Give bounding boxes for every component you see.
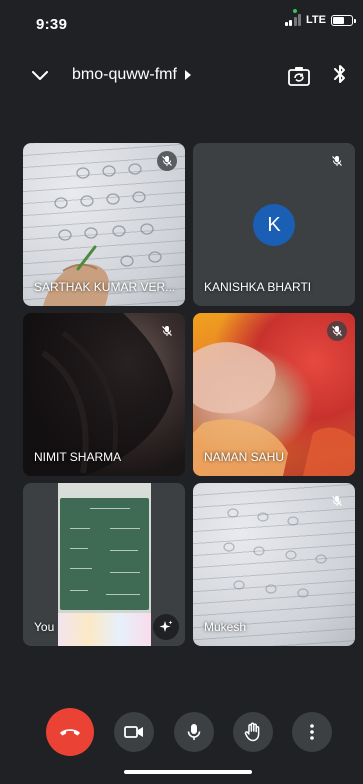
caret-right-icon: [184, 70, 191, 80]
camera-switch-icon: [288, 67, 310, 86]
participant-name: NAMAN SAHU: [204, 450, 285, 464]
home-indicator[interactable]: [124, 770, 252, 774]
collapse-button[interactable]: [26, 64, 54, 88]
mic-off-indicator: [327, 151, 347, 171]
chevron-down-icon: [32, 71, 48, 80]
network-type: LTE: [306, 14, 326, 26]
raise-hand-button[interactable]: [233, 712, 273, 752]
meeting-header: bmo-quww-fmf: [0, 56, 363, 96]
camera-in-use-indicator: [293, 9, 297, 13]
chalkboard-image: [60, 498, 149, 610]
avatar: K: [253, 204, 295, 246]
mic-toggle-button[interactable]: [174, 712, 214, 752]
participant-name: KANISHKA BHARTI: [204, 280, 312, 294]
status-indicators: LTE: [284, 14, 356, 26]
participant-tile[interactable]: Mukesh: [193, 483, 355, 646]
participant-name: You: [34, 620, 55, 634]
video-camera-icon: [124, 726, 143, 738]
meeting-title-button[interactable]: bmo-quww-fmf: [72, 66, 191, 84]
meet-screen: 9:39 LTE bmo-quww-fmf SARTHAK KUMAR VER.…: [0, 0, 363, 784]
status-bar: 9:39 LTE: [0, 0, 363, 44]
participant-name: NIMIT SHARMA: [34, 450, 122, 464]
participant-tile[interactable]: K KANISHKA BHARTI: [193, 143, 355, 306]
phone-hangup-icon: [60, 729, 80, 736]
meeting-code: bmo-quww-fmf: [72, 66, 177, 83]
self-view-tile[interactable]: You: [23, 483, 185, 646]
mic-off-icon: [332, 496, 342, 506]
more-vertical-icon: [310, 724, 314, 740]
mic-off-indicator: [157, 321, 177, 341]
mic-off-icon: [332, 326, 342, 336]
effects-button[interactable]: [153, 614, 179, 640]
end-call-button[interactable]: [46, 708, 94, 756]
mic-off-indicator: [157, 151, 177, 171]
participant-tile[interactable]: SARTHAK KUMAR VER...: [23, 143, 185, 306]
mic-off-indicator: [327, 321, 347, 341]
floor-image: [58, 613, 151, 646]
call-controls: [0, 708, 363, 756]
participant-tile[interactable]: NAMAN SAHU: [193, 313, 355, 476]
mic-off-icon: [332, 156, 342, 166]
sparkle-icon: [159, 620, 173, 632]
microphone-icon: [187, 724, 201, 740]
mic-off-indicator: [327, 491, 347, 511]
more-options-button[interactable]: [292, 712, 332, 752]
switch-camera-button[interactable]: [286, 64, 312, 88]
participant-name: SARTHAK KUMAR VER...: [34, 280, 176, 294]
status-time: 9:39: [36, 16, 68, 33]
battery-icon: [331, 14, 356, 26]
signal-icon: [284, 14, 302, 26]
mic-off-icon: [162, 156, 172, 166]
mic-off-icon: [162, 326, 172, 336]
hand-icon: [244, 722, 260, 742]
participant-tile[interactable]: NIMIT SHARMA: [23, 313, 185, 476]
audio-output-button[interactable]: [331, 62, 349, 88]
bluetooth-icon: [334, 65, 345, 83]
camera-toggle-button[interactable]: [114, 712, 154, 752]
self-video: [58, 483, 151, 646]
participant-name: Mukesh: [204, 620, 247, 634]
